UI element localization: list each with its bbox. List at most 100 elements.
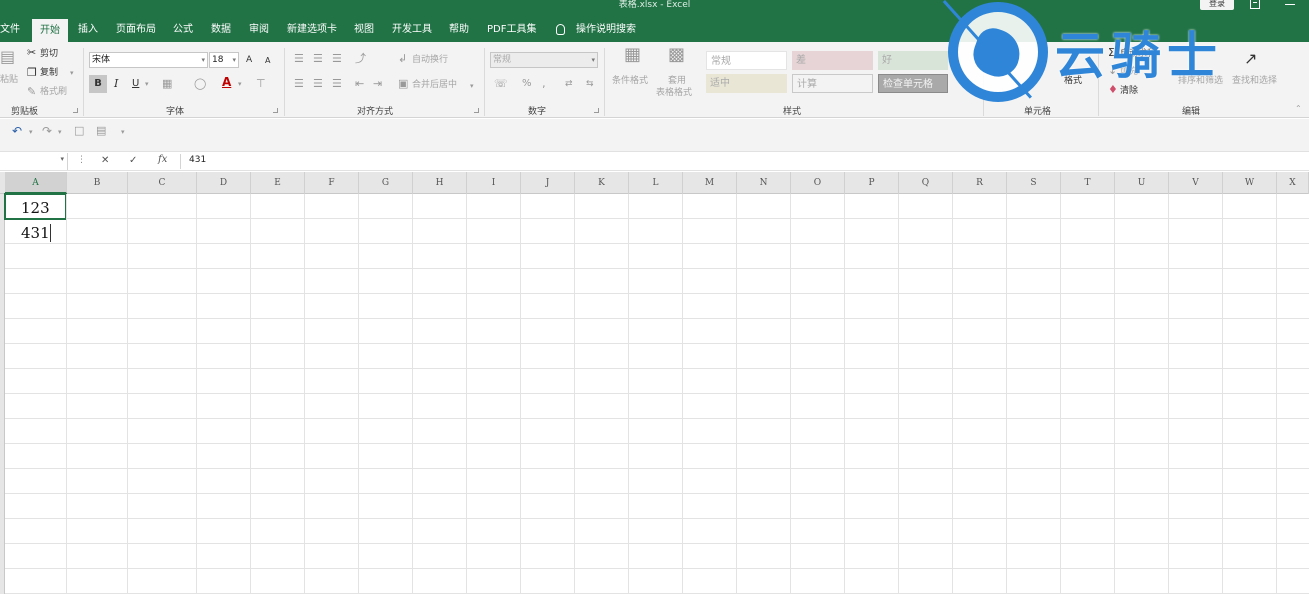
merge-center-button[interactable]: 合并后居中 [412, 79, 457, 91]
wrap-text-button[interactable]: 自动换行 [412, 54, 448, 66]
align-center-icon[interactable]: ☰ [313, 77, 323, 91]
font-name-select[interactable]: 宋体 [89, 52, 208, 68]
column-header-v[interactable]: V [1169, 172, 1223, 194]
insert-function-icon[interactable]: fx [158, 154, 167, 165]
increase-decimal-icon[interactable]: ⇄ [565, 77, 573, 91]
column-header-p[interactable]: P [845, 172, 899, 194]
formula-input[interactable]: 431 [189, 155, 206, 165]
underline-dropdown-icon[interactable]: ▾ [145, 77, 149, 91]
clipboard-launcher-icon[interactable] [73, 108, 78, 113]
column-header-s[interactable]: S [1007, 172, 1061, 194]
align-bottom-icon[interactable]: ☰ [332, 52, 342, 66]
formula-bar-grip-icon[interactable]: ⋮ [77, 155, 86, 165]
tab-file[interactable]: 文件 [0, 18, 20, 42]
conditional-formatting-button[interactable]: 条件格式 [612, 75, 648, 87]
style-good[interactable]: 好 [878, 51, 948, 70]
increase-indent-icon[interactable]: ⇥ [373, 77, 382, 91]
print-preview-icon[interactable]: ▤ [96, 124, 106, 138]
column-header-d[interactable]: D [197, 172, 251, 194]
collapse-ribbon-icon[interactable]: ⌃ [1295, 102, 1302, 116]
number-launcher-icon[interactable] [594, 108, 599, 113]
paste-button[interactable]: 粘贴 [0, 74, 18, 86]
column-header-h[interactable]: H [413, 172, 467, 194]
undo-icon[interactable]: ↶ [12, 124, 22, 138]
column-header-g[interactable]: G [359, 172, 413, 194]
tab-developer[interactable]: 开发工具 [392, 18, 432, 42]
tab-pdf-tools[interactable]: PDF工具集 [487, 18, 536, 42]
column-header-n[interactable]: N [737, 172, 791, 194]
comma-style-icon[interactable]: ‚ [542, 77, 546, 91]
style-calculation[interactable]: 计算 [792, 74, 873, 93]
tab-review[interactable]: 审阅 [249, 18, 269, 42]
column-header-o[interactable]: O [791, 172, 845, 194]
column-header-a[interactable]: A [5, 172, 67, 194]
merge-dropdown-icon[interactable]: ▾ [470, 79, 474, 93]
column-header-i[interactable]: I [467, 172, 521, 194]
tab-formulas[interactable]: 公式 [173, 18, 193, 42]
style-neutral[interactable]: 适中 [706, 74, 787, 93]
column-header-b[interactable]: B [67, 172, 128, 194]
column-header-e[interactable]: E [251, 172, 305, 194]
tell-me-search[interactable]: 操作说明搜索 [576, 18, 636, 42]
number-format-select[interactable]: 常规 [490, 52, 598, 68]
find-select-button[interactable]: 查找和选择 [1232, 75, 1277, 87]
tab-insert[interactable]: 插入 [78, 18, 98, 42]
column-header-t[interactable]: T [1061, 172, 1115, 194]
percent-button[interactable]: % [522, 77, 532, 91]
column-header-j[interactable]: J [521, 172, 575, 194]
italic-button[interactable]: I [114, 77, 118, 91]
column-header-c[interactable]: C [128, 172, 197, 194]
tab-view[interactable]: 视图 [354, 18, 374, 42]
column-header-l[interactable]: L [629, 172, 683, 194]
cell-A2[interactable]: 431 [21, 222, 50, 244]
font-color-dropdown-icon[interactable]: ▾ [238, 77, 242, 91]
font-color-button[interactable]: A [222, 75, 231, 89]
accounting-format-icon[interactable]: ☏ [494, 77, 508, 91]
align-right-icon[interactable]: ☰ [332, 77, 342, 91]
font-size-select[interactable]: 18 [209, 52, 239, 68]
style-normal[interactable]: 常规 [706, 51, 787, 70]
format-painter-button[interactable]: 格式刷 [40, 86, 67, 98]
column-header-m[interactable]: M [683, 172, 737, 194]
style-check-cell[interactable]: 检查单元格 [878, 74, 948, 93]
borders-icon[interactable]: ▦ [162, 77, 172, 91]
align-top-icon[interactable]: ☰ [294, 52, 304, 66]
copy-dropdown-icon[interactable]: ▾ [70, 66, 74, 80]
format-as-table-button-line2[interactable]: 表格格式 [656, 87, 692, 99]
underline-button[interactable]: U [132, 77, 139, 91]
font-launcher-icon[interactable] [273, 108, 278, 113]
undo-dropdown-icon[interactable]: ▾ [29, 125, 33, 139]
minimize-icon[interactable] [1285, 4, 1295, 5]
login-button[interactable]: 登录 [1200, 0, 1234, 10]
format-as-table-button-line1[interactable]: 套用 [668, 75, 686, 87]
tab-home[interactable]: 开始 [32, 19, 68, 42]
column-header-w[interactable]: W [1223, 172, 1277, 194]
redo-icon[interactable]: ↷ [42, 124, 52, 138]
decrease-decimal-icon[interactable]: ⇆ [586, 77, 594, 91]
shrink-font-button[interactable]: A [265, 54, 270, 68]
cancel-icon[interactable]: ✕ [101, 155, 109, 166]
column-header-r[interactable]: R [953, 172, 1007, 194]
tab-data[interactable]: 数据 [211, 18, 231, 42]
fill-color-icon[interactable]: ◯ [194, 77, 206, 91]
customize-toolbar-icon[interactable]: ▾ [121, 125, 125, 139]
paste-icon[interactable]: ▤ [0, 49, 15, 65]
ribbon-display-options-icon[interactable] [1250, 0, 1260, 9]
cut-button[interactable]: 剪切 [40, 48, 58, 60]
alignment-launcher-icon[interactable] [474, 108, 479, 113]
column-header-q[interactable]: Q [899, 172, 953, 194]
enter-icon[interactable]: ✓ [129, 155, 137, 166]
align-middle-icon[interactable]: ☰ [313, 52, 323, 66]
tab-page-layout[interactable]: 页面布局 [116, 18, 156, 42]
clear-button[interactable]: 清除 [1120, 85, 1138, 97]
copy-button[interactable]: 复制 [40, 67, 58, 79]
orientation-icon[interactable]: ⤴ [355, 52, 366, 66]
bold-button[interactable]: B [89, 75, 107, 93]
column-header-f[interactable]: F [305, 172, 359, 194]
decrease-indent-icon[interactable]: ⇤ [355, 77, 364, 91]
name-box[interactable] [0, 153, 68, 170]
column-header-x[interactable]: X [1277, 172, 1309, 194]
new-file-icon[interactable]: □ [74, 124, 84, 138]
tab-new-tab[interactable]: 新建选项卡 [287, 18, 337, 42]
redo-dropdown-icon[interactable]: ▾ [58, 125, 62, 139]
